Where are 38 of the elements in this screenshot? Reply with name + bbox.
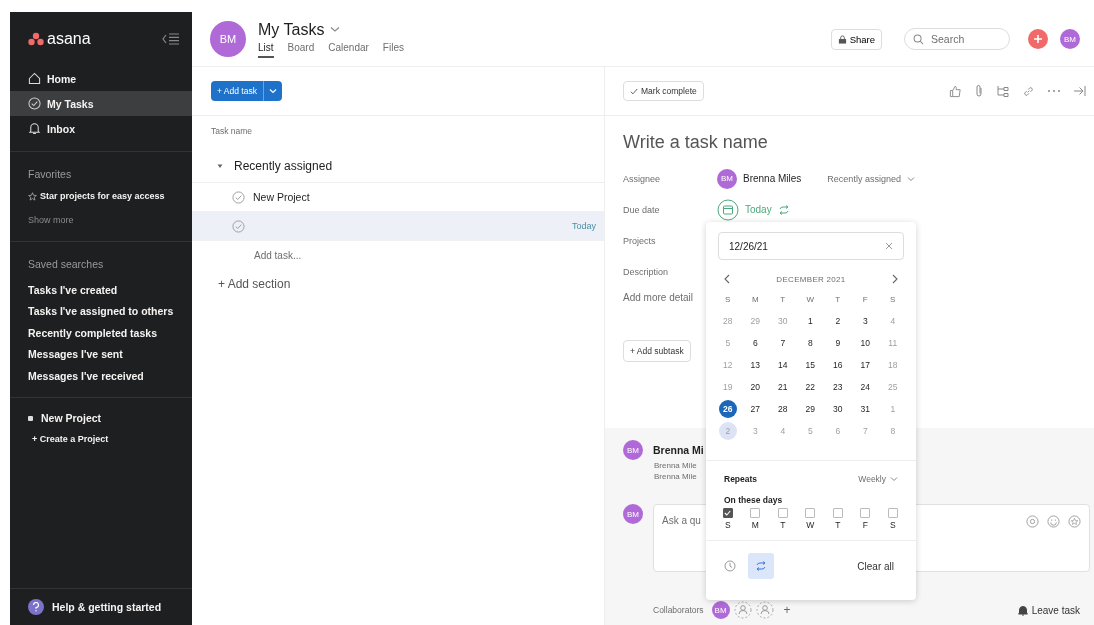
section-heading: Favorites: [27, 167, 73, 182]
weekday-label: T: [835, 294, 841, 304]
field-label: Projects: [623, 235, 657, 246]
day-letter: T: [835, 520, 841, 530]
user-avatar: BM: [210, 21, 246, 57]
weekday-label: S: [890, 294, 896, 304]
collaborator-avatar: BM: [711, 601, 730, 619]
column-header: Task name: [210, 125, 254, 138]
favorites-hint: Star projects for easy access: [40, 191, 165, 201]
day-letter: F: [862, 520, 868, 530]
page-title: My Tasks: [258, 20, 325, 39]
collaborators-label: Collaborators: [653, 605, 704, 615]
due-date: Today: [571, 221, 596, 231]
author-name: Brenna Mi: [653, 444, 704, 456]
activity-line: Brenna Mile: [654, 460, 697, 471]
author-avatar: BM: [623, 440, 643, 460]
repeats-label: Repeats: [724, 474, 758, 484]
weekday-label: F: [862, 294, 868, 304]
field-label: Description: [623, 266, 670, 277]
weekday-label: T: [780, 294, 786, 304]
day-letter: S: [724, 520, 731, 530]
weekday-label: S: [725, 294, 731, 304]
activity-line: Brenna Mile: [654, 471, 697, 482]
field-label: Assignee: [623, 173, 662, 184]
task-name: New Project: [253, 191, 310, 203]
day-letter: M: [751, 520, 759, 530]
commenter-avatar: BM: [623, 504, 643, 524]
assignee-avatar: BM: [717, 168, 737, 189]
field-label: Due date: [623, 204, 661, 215]
section-heading: Saved searches: [27, 257, 105, 272]
weekday-label: M: [751, 294, 759, 304]
month-label: DECEMBER 2021: [776, 274, 846, 284]
day-letter: S: [889, 520, 896, 530]
day-letter: W: [806, 520, 815, 530]
logo-text: asana: [47, 30, 91, 48]
days-label: On these days: [723, 494, 784, 507]
weekday-label: W: [806, 294, 815, 304]
day-letter: T: [780, 520, 786, 530]
